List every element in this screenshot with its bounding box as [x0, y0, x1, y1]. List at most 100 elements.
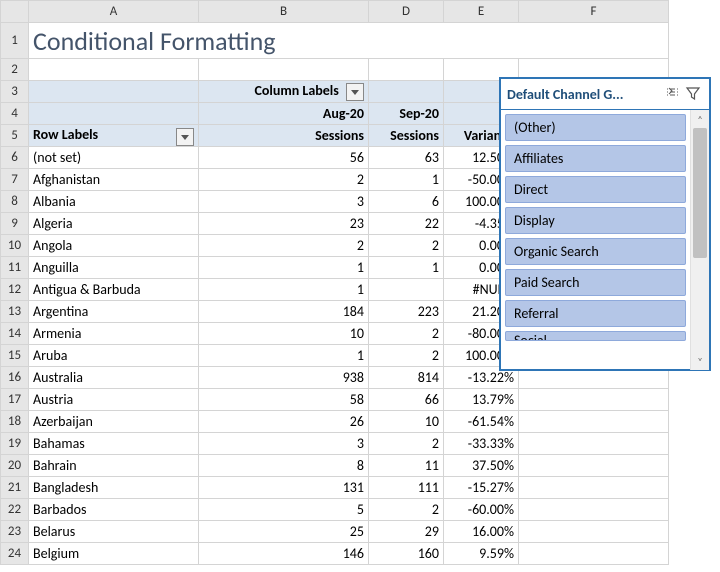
sessions1-cell[interactable]: 26 — [199, 411, 369, 433]
sessions1-cell[interactable]: 10 — [199, 323, 369, 345]
row-header[interactable]: 4 — [1, 103, 29, 125]
sessions2-cell[interactable]: 66 — [369, 389, 444, 411]
sessions1-cell[interactable]: 58 — [199, 389, 369, 411]
variance-cell[interactable]: -61.54% — [444, 411, 519, 433]
sessions2-cell[interactable]: 29 — [369, 521, 444, 543]
sessions1-cell[interactable]: 131 — [199, 477, 369, 499]
sessions2-cell[interactable]: 1 — [369, 257, 444, 279]
sessions2-cell[interactable] — [369, 279, 444, 301]
sessions2-cell[interactable]: 160 — [369, 543, 444, 565]
sessions2-cell[interactable]: 11 — [369, 455, 444, 477]
variance-cell[interactable]: 9.59% — [444, 543, 519, 565]
sessions2-cell[interactable]: 223 — [369, 301, 444, 323]
sessions1-cell[interactable]: 1 — [199, 257, 369, 279]
scroll-thumb[interactable] — [693, 128, 707, 258]
row-label[interactable]: Armenia — [29, 323, 199, 345]
sessions1-cell[interactable]: 25 — [199, 521, 369, 543]
row-header[interactable]: 13 — [1, 301, 29, 323]
row-header[interactable]: 17 — [1, 389, 29, 411]
row-labels-cell[interactable]: Row Labels — [29, 125, 199, 147]
row-header[interactable]: 19 — [1, 433, 29, 455]
sessions2-cell[interactable]: 111 — [369, 477, 444, 499]
empty-cell[interactable] — [519, 411, 669, 433]
empty-cell[interactable] — [519, 477, 669, 499]
sessions1-cell[interactable]: 1 — [199, 345, 369, 367]
table-row[interactable]: 23Belarus252916.00% — [1, 521, 669, 543]
sessions1-cell[interactable]: 5 — [199, 499, 369, 521]
row-header[interactable]: 15 — [1, 345, 29, 367]
row-labels-dropdown[interactable] — [176, 128, 194, 146]
sessions2-cell[interactable]: 10 — [369, 411, 444, 433]
sessions2-cell[interactable]: 2 — [369, 433, 444, 455]
row-header[interactable]: 3 — [1, 81, 29, 103]
row-label[interactable]: Australia — [29, 367, 199, 389]
row-label[interactable]: Barbados — [29, 499, 199, 521]
row-header[interactable]: 23 — [1, 521, 29, 543]
table-row[interactable]: 24Belgium1461609.59% — [1, 543, 669, 565]
row-header[interactable]: 20 — [1, 455, 29, 477]
row-label[interactable]: Austria — [29, 389, 199, 411]
multiselect-icon[interactable] — [663, 84, 683, 104]
sessions1-cell[interactable]: 23 — [199, 213, 369, 235]
col-header-B[interactable]: B — [199, 1, 369, 23]
empty-cell[interactable] — [519, 521, 669, 543]
col-header-E[interactable]: E — [444, 1, 519, 23]
row-header[interactable]: 8 — [1, 191, 29, 213]
row-label[interactable]: Bahamas — [29, 433, 199, 455]
corner-cell[interactable] — [1, 1, 29, 23]
table-row[interactable]: 21Bangladesh131111-15.27% — [1, 477, 669, 499]
sessions1-cell[interactable]: 56 — [199, 147, 369, 169]
empty-cell[interactable] — [519, 543, 669, 565]
sessions1-cell[interactable]: 3 — [199, 433, 369, 455]
row-label[interactable]: Belarus — [29, 521, 199, 543]
sessions2-cell[interactable]: 2 — [369, 499, 444, 521]
empty-cell[interactable] — [519, 389, 669, 411]
sessions2-cell[interactable]: 2 — [369, 345, 444, 367]
row-header[interactable]: 5 — [1, 125, 29, 147]
row-header[interactable]: 12 — [1, 279, 29, 301]
row-header[interactable]: 7 — [1, 169, 29, 191]
slicer-item[interactable]: Display — [505, 207, 686, 234]
slicer-item[interactable]: Paid Search — [505, 269, 686, 296]
slicer-item[interactable]: Social — [505, 331, 686, 341]
table-row[interactable]: 19Bahamas32-33.33% — [1, 433, 669, 455]
row-label[interactable]: Belgium — [29, 543, 199, 565]
row-header[interactable]: 16 — [1, 367, 29, 389]
row-label[interactable]: Algeria — [29, 213, 199, 235]
col-header-F[interactable]: F — [519, 1, 669, 23]
sessions1-cell[interactable]: 2 — [199, 235, 369, 257]
sessions2-cell[interactable]: 63 — [369, 147, 444, 169]
row-label[interactable]: Bangladesh — [29, 477, 199, 499]
col-header-A[interactable]: A — [29, 1, 199, 23]
row-label[interactable]: Bahrain — [29, 455, 199, 477]
row-label[interactable]: Anguilla — [29, 257, 199, 279]
row-header[interactable]: 14 — [1, 323, 29, 345]
empty-cell[interactable] — [519, 455, 669, 477]
slicer-item[interactable]: Organic Search — [505, 238, 686, 265]
table-row[interactable]: 17Austria586613.79% — [1, 389, 669, 411]
row-label[interactable]: Argentina — [29, 301, 199, 323]
slicer-item[interactable]: Direct — [505, 176, 686, 203]
variance-cell[interactable]: 37.50% — [444, 455, 519, 477]
row-label[interactable]: Afghanistan — [29, 169, 199, 191]
sessions1-cell[interactable]: 2 — [199, 169, 369, 191]
row-header[interactable]: 2 — [1, 59, 29, 81]
row-label[interactable]: Azerbaijan — [29, 411, 199, 433]
sessions2-cell[interactable]: 814 — [369, 367, 444, 389]
row-label[interactable]: Antigua & Barbuda — [29, 279, 199, 301]
variance-cell[interactable]: 13.79% — [444, 389, 519, 411]
row-label[interactable]: (not set) — [29, 147, 199, 169]
column-labels-dropdown[interactable] — [346, 83, 364, 101]
row-header[interactable]: 11 — [1, 257, 29, 279]
row-label[interactable]: Aruba — [29, 345, 199, 367]
slicer-item[interactable]: Referral — [505, 300, 686, 327]
sessions1-cell[interactable]: 184 — [199, 301, 369, 323]
sessions1-cell[interactable]: 938 — [199, 367, 369, 389]
empty-cell[interactable] — [519, 433, 669, 455]
row-header[interactable]: 1 — [1, 23, 29, 59]
sessions2-cell[interactable]: 6 — [369, 191, 444, 213]
clear-filter-icon[interactable] — [683, 84, 703, 104]
scroll-up-icon[interactable]: ˄ — [691, 110, 709, 128]
row-label[interactable]: Angola — [29, 235, 199, 257]
sessions1-cell[interactable]: 1 — [199, 279, 369, 301]
